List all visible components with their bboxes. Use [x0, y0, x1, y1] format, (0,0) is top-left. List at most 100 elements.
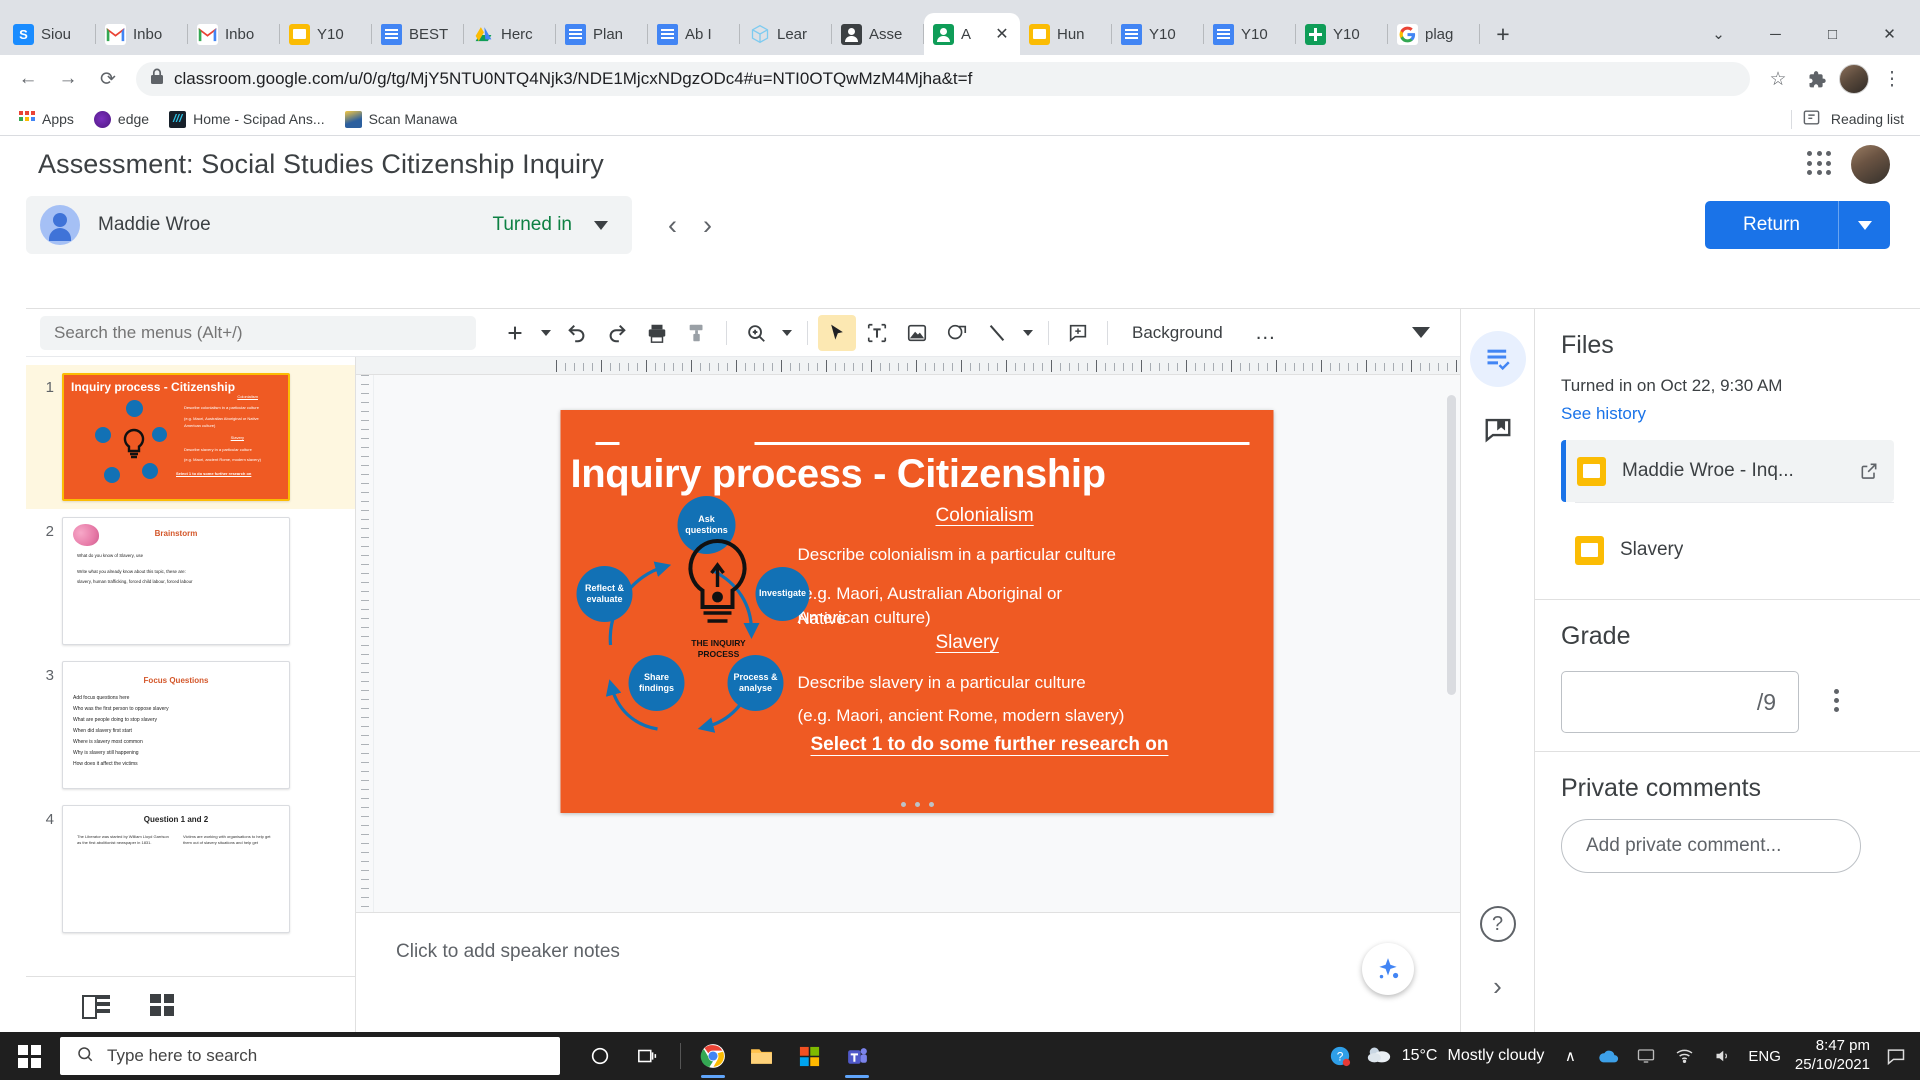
microsoft-teams-icon[interactable]	[833, 1032, 881, 1080]
chevron-right-icon[interactable]: ›	[1480, 968, 1516, 1004]
slide-thumbnail-row[interactable]: 3 Focus Questions Add focus questions he…	[26, 653, 355, 797]
filmstrip-scroll[interactable]: 1 Inquiry process - Citizenship Colonial…	[26, 357, 355, 976]
document-checklist-icon[interactable]	[1469, 331, 1526, 387]
next-student-icon[interactable]: ›	[703, 210, 712, 241]
tab-search-icon[interactable]: ⌄	[1690, 13, 1747, 55]
browser-tab[interactable]: Y10	[1204, 13, 1296, 55]
slide-thumbnail[interactable]: Brainstorm What do you know of Slavery, …	[62, 517, 290, 645]
help-icon[interactable]: ?	[1479, 906, 1516, 942]
slide-thumbnail-row[interactable]: 1 Inquiry process - Citizenship Colonial…	[26, 365, 355, 509]
bookmark-apps[interactable]: Apps	[10, 107, 82, 132]
browser-tab[interactable]: Y10	[1112, 13, 1204, 55]
add-slide-button[interactable]	[496, 315, 534, 351]
bookmark-scipad[interactable]: /// Home - Scipad Ans...	[161, 107, 333, 132]
weather-widget[interactable]: 15°C Mostly cloudy	[1366, 1044, 1544, 1069]
tray-chevron-icon[interactable]: ∧	[1558, 1044, 1582, 1068]
taskbar-search-input[interactable]: Type here to search	[60, 1037, 560, 1075]
account-avatar[interactable]	[1836, 61, 1872, 97]
onedrive-icon[interactable]	[1596, 1044, 1620, 1068]
open-in-new-icon[interactable]	[1852, 454, 1886, 488]
browser-tab[interactable]: Y10	[1296, 13, 1388, 55]
add-slide-options-icon[interactable]	[536, 315, 556, 351]
slide-thumbnail-row[interactable]: 2 Brainstorm What do you know of Slavery…	[26, 509, 355, 653]
browser-tab[interactable]: Ab I	[648, 13, 740, 55]
new-tab-button[interactable]: +	[1486, 17, 1520, 51]
browser-tab-active[interactable]: A ✕	[924, 13, 1020, 55]
close-window-button[interactable]: ✕	[1861, 13, 1918, 55]
help-circle-icon[interactable]: ?	[1328, 1044, 1352, 1068]
address-bar[interactable]: classroom.google.com/u/0/g/tg/MjY5NTU0NT…	[136, 62, 1750, 96]
speaker-notes-pane[interactable]: Click to add speaker notes	[356, 912, 1460, 1032]
zoom-icon[interactable]	[737, 315, 775, 351]
browser-tab[interactable]: BEST	[372, 13, 464, 55]
chevron-down-icon[interactable]	[1392, 327, 1450, 338]
account-avatar[interactable]	[1851, 144, 1890, 184]
slide-thumbnail[interactable]: Focus Questions Add focus questions here…	[62, 661, 290, 789]
browser-tab[interactable]: Herc	[464, 13, 556, 55]
text-box-icon[interactable]	[858, 315, 896, 351]
reading-list-label[interactable]: Reading list	[1831, 111, 1904, 127]
return-button[interactable]: Return	[1704, 201, 1838, 249]
return-options-button[interactable]	[1838, 201, 1890, 249]
current-slide[interactable]: Inquiry process - Citizenship Colonialis…	[560, 410, 1274, 813]
wifi-icon[interactable]	[1672, 1044, 1696, 1068]
browser-menu-icon[interactable]: ⋮	[1874, 61, 1910, 97]
line-options-icon[interactable]	[1018, 315, 1038, 351]
add-comment-icon[interactable]	[1059, 315, 1097, 351]
browser-tab[interactable]: Hun	[1020, 13, 1112, 55]
paint-format-icon[interactable]	[678, 315, 716, 351]
insert-image-icon[interactable]	[898, 315, 936, 351]
background-button[interactable]: Background	[1118, 316, 1237, 350]
slide-canvas[interactable]: Inquiry process - Citizenship Colonialis…	[374, 375, 1460, 912]
browser-tab[interactable]: S Siou	[4, 13, 96, 55]
browser-tab[interactable]: Plan	[556, 13, 648, 55]
browser-tab[interactable]: Inbo	[188, 13, 280, 55]
student-card[interactable]: Maddie Wroe Turned in	[26, 196, 632, 254]
volume-icon[interactable]	[1710, 1044, 1734, 1068]
browser-tab[interactable]: Y10	[280, 13, 372, 55]
windows-start-icon[interactable]	[0, 1032, 58, 1080]
insert-line-icon[interactable]	[978, 315, 1016, 351]
minimize-button[interactable]: ─	[1747, 13, 1804, 55]
more-options-icon[interactable]	[1815, 679, 1857, 721]
file-row[interactable]: Maddie Wroe - Inq...	[1561, 440, 1894, 502]
grid-view-icon[interactable]	[150, 993, 174, 1016]
clock[interactable]: 8:47 pm 25/10/2021	[1795, 1037, 1870, 1075]
browser-tab[interactable]: Inbo	[96, 13, 188, 55]
zoom-options-icon[interactable]	[777, 315, 797, 351]
select-cursor-icon[interactable]	[818, 314, 856, 351]
language-indicator[interactable]: ENG	[1748, 1048, 1781, 1065]
grade-input[interactable]: /9	[1561, 671, 1799, 733]
task-view-icon[interactable]	[624, 1032, 672, 1080]
comment-bank-icon[interactable]	[1481, 413, 1515, 447]
chrome-icon[interactable]	[689, 1032, 737, 1080]
browser-tab[interactable]: plag	[1388, 13, 1480, 55]
forward-icon[interactable]: →	[50, 61, 86, 97]
file-explorer-icon[interactable]	[737, 1032, 785, 1080]
slide-thumbnail[interactable]: Inquiry process - Citizenship Colonialis…	[62, 373, 290, 501]
display-icon[interactable]	[1634, 1044, 1658, 1068]
browser-tab[interactable]: Lear	[740, 13, 832, 55]
undo-icon[interactable]	[558, 315, 596, 351]
cortana-icon[interactable]	[576, 1032, 624, 1080]
slide-thumbnail[interactable]: Question 1 and 2 The Liberator was start…	[62, 805, 290, 933]
bookmark-scan-manawa[interactable]: Scan Manawa	[337, 107, 466, 132]
private-comment-input[interactable]: Add private comment...	[1561, 819, 1861, 873]
reload-icon[interactable]: ⟳	[90, 61, 126, 97]
puzzle-icon[interactable]	[1798, 61, 1834, 97]
chevron-down-icon[interactable]	[594, 220, 608, 230]
see-history-link[interactable]: See history	[1561, 404, 1894, 424]
redo-icon[interactable]	[598, 315, 636, 351]
close-icon[interactable]: ✕	[993, 25, 1011, 43]
file-row[interactable]: Slavery	[1561, 519, 1894, 581]
filmstrip-view-icon[interactable]	[82, 993, 110, 1019]
explore-icon[interactable]	[1362, 943, 1414, 995]
back-icon[interactable]: ←	[10, 61, 46, 97]
bookmark-edge[interactable]: edge	[86, 107, 157, 132]
bookmark-star-icon[interactable]: ☆	[1760, 61, 1796, 97]
canvas-scrollbar[interactable]	[1447, 395, 1456, 695]
print-icon[interactable]	[638, 315, 676, 351]
previous-student-icon[interactable]: ‹	[668, 210, 677, 241]
slide-thumbnail-row[interactable]: 4 Question 1 and 2 The Liberator was sta…	[26, 797, 355, 941]
search-input[interactable]	[40, 315, 476, 350]
